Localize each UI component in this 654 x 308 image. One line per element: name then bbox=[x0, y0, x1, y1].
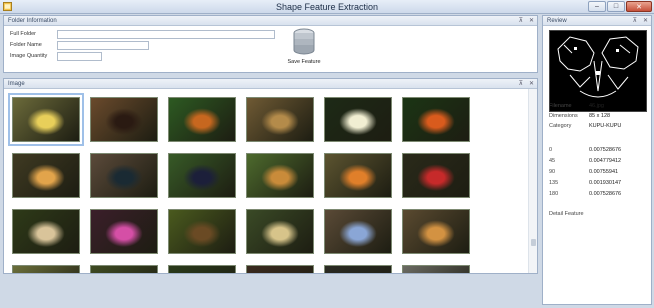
image-thumbnail[interactable] bbox=[90, 97, 158, 142]
dimensions-row: Dimensions 85 x 128 bbox=[549, 113, 610, 119]
feature-angle: 135 bbox=[549, 180, 559, 186]
status-bar bbox=[0, 300, 540, 308]
edge-preview-image bbox=[549, 30, 647, 112]
pin-icon[interactable]: ⊼ bbox=[519, 79, 523, 89]
scrollbar-thumb[interactable] bbox=[531, 239, 536, 246]
image-thumbnail[interactable] bbox=[8, 93, 84, 146]
detail-feature-row: Detail Feature bbox=[549, 211, 584, 217]
close-button[interactable]: ✕ bbox=[626, 1, 652, 12]
feature-row: 90 0.00755941 bbox=[549, 169, 618, 175]
folder-information-panel: Folder Information ⊼ ✕ Full Folder Folde… bbox=[3, 15, 538, 73]
feature-angle: 90 bbox=[549, 169, 556, 175]
butterfly-edge-outline bbox=[557, 36, 639, 98]
image-thumbnail[interactable] bbox=[402, 209, 470, 254]
database-icon bbox=[293, 28, 315, 55]
review-panel-header: Review ⊼ ✕ bbox=[543, 16, 651, 26]
image-thumbnail[interactable] bbox=[168, 209, 236, 254]
image-panel-header: Image ⊼ ✕ bbox=[4, 79, 537, 89]
category-row: Category KUPU-KUPU bbox=[549, 123, 621, 129]
vertical-scrollbar[interactable] bbox=[528, 89, 537, 273]
image-panel: Image ⊼ ✕ bbox=[3, 78, 538, 274]
image-thumbnail[interactable] bbox=[324, 153, 392, 198]
maximize-button[interactable]: □ bbox=[607, 1, 625, 12]
review-panel: Review ⊼ ✕ Filename 46.jpg Dimensions 85… bbox=[542, 15, 652, 305]
feature-angle: 0 bbox=[549, 147, 553, 153]
full-folder-field[interactable] bbox=[57, 29, 275, 39]
feature-value: 0.00752867​6 bbox=[589, 147, 622, 153]
filename-value: 46.jpg bbox=[589, 103, 604, 109]
feature-row: 0 0.00752867​6 bbox=[549, 147, 621, 153]
image-thumbnail[interactable] bbox=[402, 153, 470, 198]
image-quantity-field[interactable] bbox=[57, 51, 102, 61]
image-thumbnail[interactable] bbox=[324, 97, 392, 142]
feature-value: 0.004779412 bbox=[589, 158, 622, 164]
image-thumbnail[interactable] bbox=[402, 265, 470, 273]
category-label: Category bbox=[549, 123, 572, 129]
feature-angle: 45 bbox=[549, 158, 556, 164]
feature-row: 180 0.007528676 bbox=[549, 191, 621, 197]
full-folder-row: Full Folder bbox=[10, 29, 275, 39]
filename-row: Filename 46.jpg bbox=[549, 103, 604, 109]
title-bar: Shape Feature Extraction – □ ✕ bbox=[0, 0, 654, 14]
minimize-button[interactable]: – bbox=[588, 1, 606, 12]
image-thumbnail[interactable] bbox=[168, 265, 236, 273]
image-quantity-row: Image Quantity bbox=[10, 51, 102, 61]
filename-label: Filename bbox=[549, 103, 572, 109]
pin-icon[interactable]: ⊼ bbox=[633, 16, 637, 26]
image-thumbnail[interactable] bbox=[90, 209, 158, 254]
feature-value: 0.001930147 bbox=[589, 180, 622, 186]
folder-panel-header: Folder Information ⊼ ✕ bbox=[4, 16, 537, 26]
close-icon[interactable]: ✕ bbox=[643, 16, 648, 26]
save-feature-button[interactable]: Save Feature bbox=[284, 28, 324, 72]
image-thumbnail[interactable] bbox=[402, 97, 470, 142]
image-thumbnail[interactable] bbox=[246, 209, 314, 254]
feature-row: 45 0.004779412 bbox=[549, 158, 621, 164]
image-thumbnail[interactable] bbox=[246, 153, 314, 198]
close-icon[interactable]: ✕ bbox=[529, 79, 534, 89]
save-feature-label: Save Feature bbox=[287, 59, 321, 65]
feature-row: 135 0.001930147 bbox=[549, 180, 621, 186]
image-thumbnail[interactable] bbox=[246, 97, 314, 142]
full-folder-label: Full Folder bbox=[10, 31, 36, 37]
image-thumbnail[interactable] bbox=[246, 265, 314, 273]
thumbnail-grid bbox=[4, 89, 529, 273]
image-thumbnail[interactable] bbox=[90, 153, 158, 198]
dimensions-label: Dimensions bbox=[549, 113, 578, 119]
window-title: Shape Feature Extraction bbox=[275, 2, 379, 12]
image-thumbnail[interactable] bbox=[324, 209, 392, 254]
folder-panel-title: Folder Information bbox=[8, 18, 57, 24]
image-thumbnail[interactable] bbox=[12, 153, 80, 198]
feature-value: 0.00755941 bbox=[589, 169, 619, 175]
review-panel-title: Review bbox=[547, 18, 567, 24]
image-thumbnail[interactable] bbox=[168, 97, 236, 142]
feature-value: 0.007528676 bbox=[589, 191, 622, 197]
folder-name-row: Folder Name bbox=[10, 40, 149, 50]
folder-name-field[interactable] bbox=[57, 40, 149, 50]
folder-name-label: Folder Name bbox=[10, 42, 42, 48]
close-icon[interactable]: ✕ bbox=[529, 16, 534, 26]
image-thumbnail[interactable] bbox=[324, 265, 392, 273]
image-thumbnail[interactable] bbox=[12, 209, 80, 254]
image-panel-title: Image bbox=[8, 81, 25, 87]
image-thumbnail[interactable] bbox=[90, 265, 158, 273]
dimensions-value: 85 x 128 bbox=[589, 113, 611, 119]
feature-angle: 180 bbox=[549, 191, 559, 197]
image-thumbnail[interactable] bbox=[168, 153, 236, 198]
image-thumbnail[interactable] bbox=[12, 265, 80, 273]
pin-icon[interactable]: ⊼ bbox=[519, 16, 523, 26]
detail-feature-label[interactable]: Detail Feature bbox=[549, 211, 584, 217]
image-quantity-label: Image Quantity bbox=[10, 53, 48, 59]
category-value: KUPU-KUPU bbox=[589, 123, 622, 129]
